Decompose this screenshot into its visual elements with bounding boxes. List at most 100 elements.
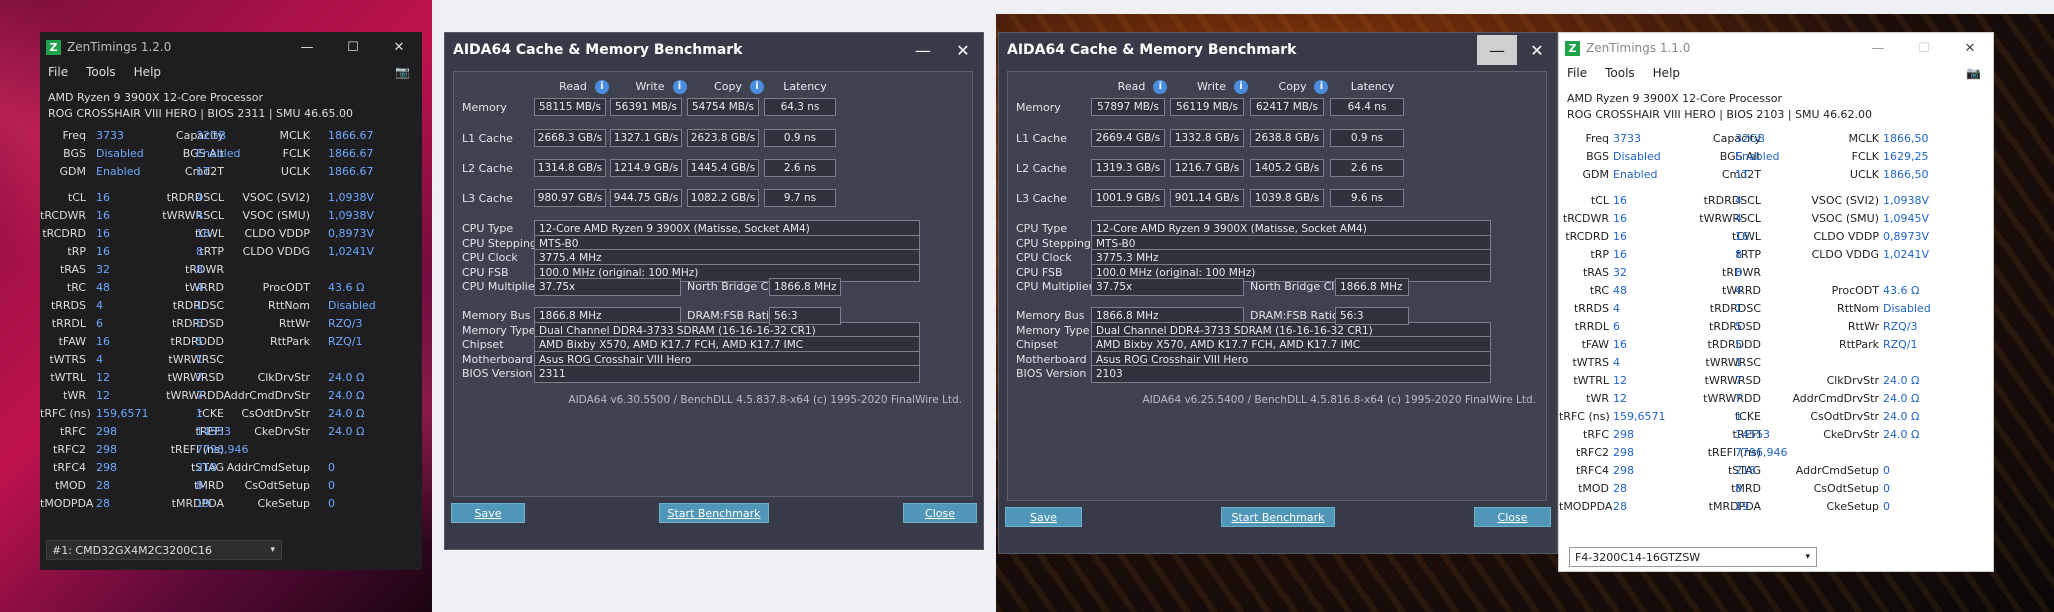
- param-label: tRFC: [60, 425, 86, 438]
- param-value: 298: [1613, 464, 1634, 477]
- param-label: AddrCmdSetup: [1795, 464, 1879, 477]
- param-label: tRC: [1589, 284, 1609, 297]
- column-header-label: Read: [559, 80, 587, 93]
- info-icon[interactable]: i: [1314, 80, 1329, 94]
- param-label: tWRWRSC: [168, 353, 224, 366]
- info-icon[interactable]: i: [1153, 80, 1168, 94]
- param-label: tWRWRDD: [1703, 392, 1761, 405]
- menu-help[interactable]: Help: [134, 65, 161, 79]
- param-value: 16: [96, 227, 110, 240]
- info-label: Chipset: [462, 338, 504, 351]
- zentimings-logo-icon: Z: [46, 39, 61, 55]
- param-row: tCL 16 tRDRDSCL 4 VSOC (SVI2) 1,0938V: [40, 190, 422, 208]
- maximize-button[interactable]: ☐: [1901, 41, 1947, 56]
- column-header-label: Copy: [1278, 80, 1307, 93]
- param-label: tWRRD: [185, 281, 224, 294]
- close-window-button[interactable]: Close: [903, 503, 977, 523]
- board-info: ROG CROSSHAIR VIII HERO | BIOS 2311 | SM…: [48, 107, 354, 120]
- result-value: 64.4 ns: [1330, 98, 1404, 116]
- menu-help[interactable]: Help: [1653, 66, 1680, 80]
- screenshot-camera-icon[interactable]: 📷: [395, 65, 410, 79]
- param-value: RZQ/1: [328, 335, 363, 348]
- param-label: CkeSetup: [1826, 500, 1879, 513]
- save-button-label: Save: [474, 506, 502, 520]
- dimm-select[interactable]: F4-3200C14-16GTZSW ▾: [1569, 547, 1817, 567]
- param-label: tRFC2: [1576, 446, 1609, 459]
- param-value: 6: [96, 317, 103, 330]
- param-value: 6: [1613, 320, 1620, 333]
- param-label: tWTRS: [1572, 356, 1609, 369]
- param-value: 16: [1613, 230, 1627, 243]
- start-benchmark-button[interactable]: Start Benchmark: [1221, 507, 1335, 527]
- param-value: 7796,946: [1735, 446, 1788, 459]
- close-button[interactable]: ✕: [1517, 35, 1557, 65]
- param-value: 1,0938V: [1883, 194, 1930, 207]
- start-benchmark-button[interactable]: Start Benchmark: [659, 503, 769, 523]
- minimize-button[interactable]: —: [903, 35, 943, 65]
- top-params: Freq 3733 Capacity 32GB MCLK 1866,50 BGS Disabl…: [1559, 131, 1993, 185]
- window-title: ZenTimings 1.1.0: [1586, 41, 1691, 55]
- param-label: CkeDrvStr: [1823, 428, 1879, 441]
- menu-tools[interactable]: Tools: [1605, 66, 1635, 80]
- param-row: tFAW 16 tRDRDDD 5 RttPark RZQ/1: [40, 334, 422, 352]
- param-value: 28: [1613, 482, 1627, 495]
- info-icon[interactable]: i: [1234, 80, 1249, 94]
- window-title: AIDA64 Cache & Memory Benchmark: [453, 42, 743, 58]
- param-value: Disabled: [96, 147, 144, 160]
- info-icon[interactable]: i: [594, 80, 609, 94]
- param-value: 0,8973V: [1883, 230, 1930, 243]
- result-value: 56391 MB/s: [610, 98, 682, 116]
- save-button[interactable]: Save: [451, 503, 525, 523]
- param-value: 1,0241V: [328, 245, 375, 258]
- close-window-button[interactable]: Close: [1474, 507, 1551, 527]
- close-button[interactable]: ✕: [376, 40, 422, 55]
- param-value: 16: [96, 245, 110, 258]
- param-label: tWTRL: [50, 371, 86, 384]
- param-label: FCLK: [282, 147, 310, 160]
- menu-file[interactable]: File: [1567, 66, 1587, 80]
- param-value: 43.6 Ω: [1883, 284, 1920, 297]
- minimize-button[interactable]: —: [284, 40, 330, 55]
- close-button[interactable]: ✕: [1947, 41, 1993, 56]
- benchmark-panel: Read i Write i Copy i Latency Memory 58115 MB/s 5…: [453, 71, 973, 497]
- param-label: CsOdtDrvStr: [241, 407, 310, 420]
- dimm-select[interactable]: #1: CMD32GX4M2C3200C16 ▾: [46, 540, 282, 560]
- minimize-button[interactable]: —: [1855, 41, 1901, 56]
- param-row: tRFC4 298 tSTAG 218 AddrCmdSetup 0: [40, 460, 422, 478]
- close-button[interactable]: ✕: [943, 35, 983, 65]
- param-row: tRFC2 298 tREFI (ns) 7796,946: [1559, 445, 1993, 463]
- param-value: 5: [1735, 320, 1742, 333]
- info-icon[interactable]: i: [749, 80, 764, 94]
- save-button[interactable]: Save: [1005, 507, 1082, 527]
- param-row: GDM Enabled Cmd2T 1T UCLK 1866.67: [40, 164, 422, 182]
- row-label: L1 Cache: [462, 132, 513, 145]
- minimize-button[interactable]: —: [1477, 35, 1517, 65]
- result-value: 2669.4 GB/s: [1091, 129, 1165, 147]
- titlebar: AIDA64 Cache & Memory Benchmark — ✕: [999, 33, 1557, 67]
- screenshot-camera-icon[interactable]: 📷: [1966, 66, 1981, 80]
- param-label: AddrCmdDrvStr: [1792, 392, 1879, 405]
- result-value: 1445.4 GB/s: [687, 159, 759, 177]
- result-value: 944.75 GB/s: [610, 189, 682, 207]
- param-value: Disabled: [328, 299, 376, 312]
- param-value: 24.0 Ω: [1883, 392, 1920, 405]
- param-row: tRCDWR 16 tWRWRSCL 4 VSOC (SMU) 1,0938V: [40, 208, 422, 226]
- param-value: 16: [96, 191, 110, 204]
- param-value: 0: [1883, 500, 1890, 513]
- param-label: BGS: [63, 147, 86, 160]
- param-row: tRRDL 6 tRDRDSD 5 RttWr RZQ/3: [40, 316, 422, 334]
- info-icon[interactable]: i: [672, 80, 687, 94]
- param-row: tWTRL 12 tWRWRSD 7 ClkDrvStr 24.0 Ω: [40, 370, 422, 388]
- benchmark-panel: Read i Write i Copy i Latency Memory 57897 MB/s 5…: [1007, 71, 1547, 501]
- maximize-button[interactable]: ☐: [330, 40, 376, 55]
- menu-file[interactable]: File: [48, 65, 68, 79]
- param-label: tMOD: [1578, 482, 1609, 495]
- column-header-label: Latency: [783, 80, 827, 93]
- result-value: 57897 MB/s: [1091, 98, 1165, 116]
- result-value: 2638.8 GB/s: [1250, 129, 1324, 147]
- menu-tools[interactable]: Tools: [86, 65, 116, 79]
- param-label: tFAW: [1581, 338, 1609, 351]
- param-label: tWTRL: [1573, 374, 1609, 387]
- info-label: DRAM:FSB Ratio: [1250, 309, 1339, 322]
- param-value: 298: [1613, 446, 1634, 459]
